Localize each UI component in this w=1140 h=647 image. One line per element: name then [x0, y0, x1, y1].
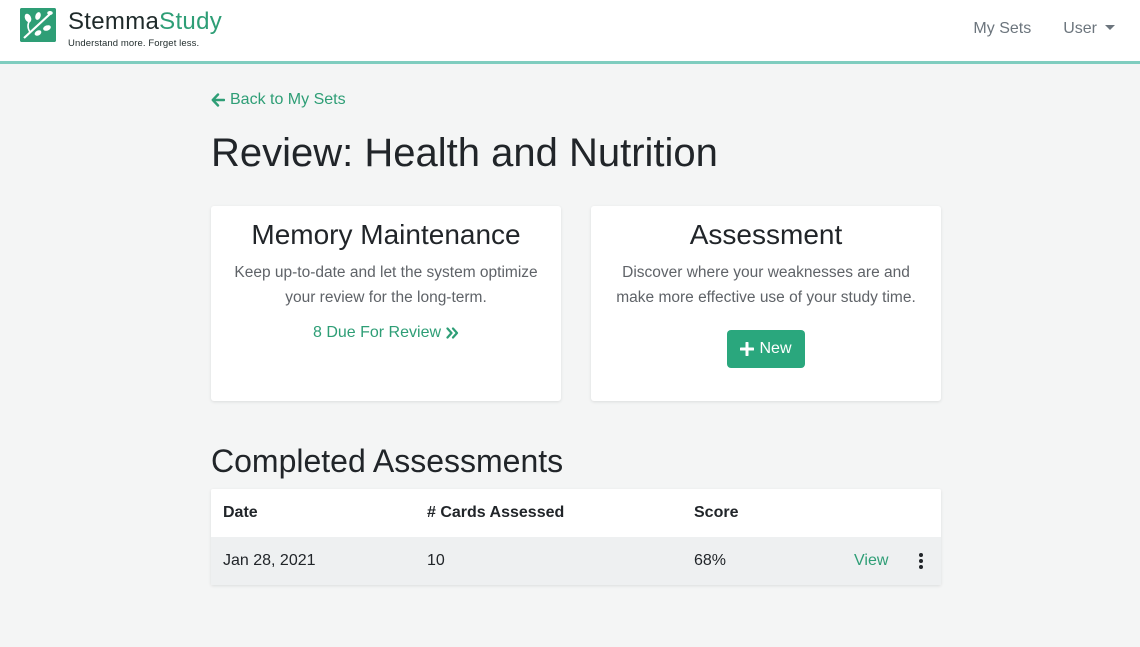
memory-maintenance-card: Memory Maintenance Keep up-to-date and l… — [211, 206, 561, 401]
review-cards: Memory Maintenance Keep up-to-date and l… — [211, 206, 941, 401]
user-dropdown[interactable]: User — [1063, 20, 1115, 38]
new-button-label: New — [759, 340, 792, 357]
nav-my-sets-link[interactable]: My Sets — [973, 20, 1031, 38]
table-header-row: Date # Cards Assessed Score — [211, 489, 941, 537]
new-assessment-button[interactable]: New — [727, 330, 805, 368]
brand-name-part2: Study — [159, 8, 223, 35]
plus-icon — [740, 342, 755, 356]
row-date: Jan 28, 2021 — [223, 552, 316, 569]
row-score: 68% — [694, 552, 727, 569]
brand-text: StemmaStudy Understand more. Forget less… — [68, 8, 222, 49]
main-content: Back to My Sets Review: Health and Nutri… — [211, 88, 941, 585]
arrow-left-icon — [211, 93, 225, 107]
ellipsis-dot — [919, 565, 923, 569]
vertical-ellipsis-icon[interactable] — [911, 549, 931, 573]
nav-links: My Sets User — [973, 20, 1115, 38]
due-for-review-link[interactable]: 8 Due For Review — [313, 324, 459, 342]
brand-home-link[interactable]: StemmaStudy Understand more. Forget less… — [20, 8, 222, 49]
header-date: Date — [223, 504, 258, 521]
memory-card-title: Memory Maintenance — [251, 219, 521, 250]
assessment-card-text: Discover where your weaknesses are and m… — [616, 264, 916, 306]
completed-assessments-title: Completed Assessments — [211, 443, 564, 479]
back-to-my-sets-link[interactable]: Back to My Sets — [211, 88, 346, 112]
assessment-card-title: Assessment — [689, 219, 843, 250]
back-link-label: Back to My Sets — [230, 91, 346, 108]
ellipsis-dot — [919, 559, 923, 563]
header-cards-assessed: # Cards Assessed — [427, 504, 565, 521]
leaf-logo-icon — [20, 8, 56, 42]
completed-assessments-table: Date # Cards Assessed Score Jan 28, 2021… — [211, 489, 941, 585]
row-cards-assessed: 10 — [427, 552, 445, 569]
user-dropdown-label: User — [1063, 20, 1097, 37]
header-score: Score — [694, 504, 739, 521]
view-assessment-link[interactable]: View — [854, 552, 888, 570]
ellipsis-dot — [919, 553, 923, 557]
brand-name-part1: Stemma — [68, 8, 160, 35]
brand-name: StemmaStudy — [68, 8, 222, 36]
caret-down-icon — [1105, 24, 1115, 30]
table-row: Jan 28, 2021 10 68% View — [211, 537, 941, 585]
assessment-card: Assessment Discover where your weaknesse… — [591, 206, 941, 401]
due-for-review-label: 8 Due For Review — [312, 324, 442, 341]
brand-tagline: Understand more. Forget less. — [68, 38, 200, 49]
memory-card-text: Keep up-to-date and let the system optim… — [234, 264, 538, 306]
navbar: StemmaStudy Understand more. Forget less… — [0, 0, 1140, 64]
page-title: Review: Health and Nutrition — [211, 131, 718, 175]
double-chevron-right-icon — [446, 327, 459, 339]
